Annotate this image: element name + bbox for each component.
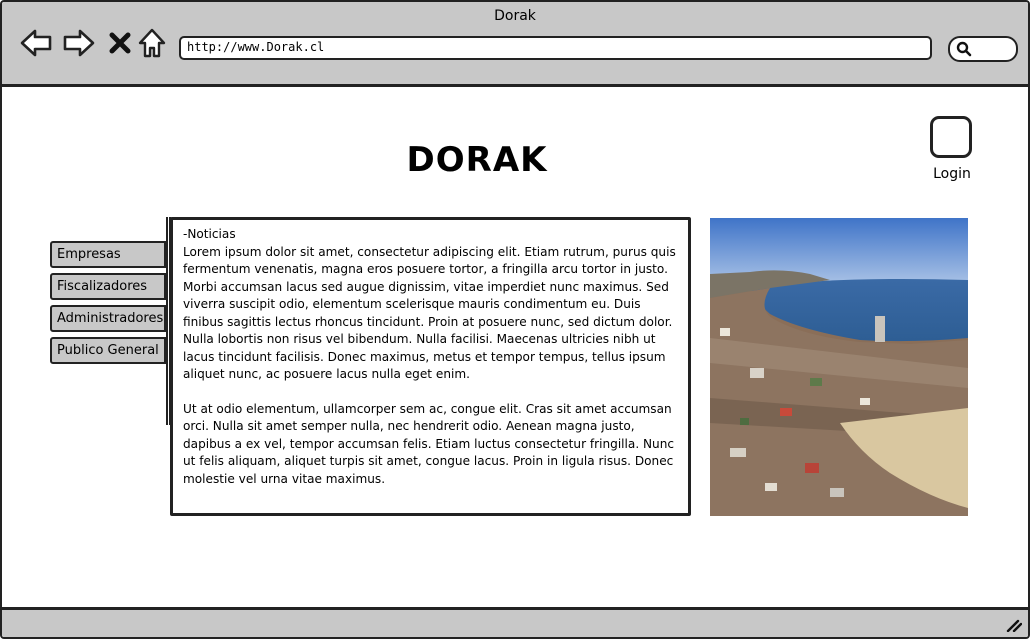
news-heading: -Noticias — [183, 227, 236, 241]
city-photo — [710, 218, 968, 516]
forward-arrow-icon — [63, 29, 95, 57]
close-icon — [109, 32, 131, 54]
page-title: DORAK — [406, 140, 548, 180]
stop-button[interactable] — [103, 26, 137, 60]
home-icon — [138, 28, 166, 58]
address-bar[interactable]: http://www.Dorak.cl — [179, 36, 932, 60]
city-photo-image — [710, 218, 968, 516]
news-paragraph: Lorem ipsum dolor sit amet, consectetur … — [183, 244, 676, 382]
window-title: Dorak — [494, 8, 536, 24]
tab-publico-general[interactable]: Publico General — [50, 337, 166, 364]
resize-grip-icon[interactable] — [1006, 618, 1022, 632]
search-input[interactable] — [948, 36, 1018, 62]
tab-empresas[interactable]: Empresas — [50, 241, 166, 268]
tab-administradores[interactable]: Administradores — [50, 305, 166, 332]
browser-toolbar: Dorak http://www.Dorak.cl — [2, 2, 1028, 87]
address-text: http://www.Dorak.cl — [187, 40, 325, 54]
browser-window: Dorak http://www.Dorak.cl DORAK Login Em… — [0, 0, 1030, 639]
news-panel: -Noticias Lorem ipsum dolor sit amet, co… — [170, 217, 691, 516]
login-button[interactable] — [930, 116, 972, 158]
login-label[interactable]: Login — [922, 166, 982, 182]
tab-fiscalizadores[interactable]: Fiscalizadores — [50, 273, 166, 300]
status-bar — [2, 607, 1028, 637]
back-arrow-icon — [20, 29, 52, 57]
search-icon — [956, 41, 972, 57]
back-button[interactable] — [19, 26, 53, 60]
news-paragraph: Ut at odio elementum, ullamcorper sem ac… — [183, 401, 675, 486]
forward-button[interactable] — [62, 26, 96, 60]
home-button[interactable] — [135, 26, 169, 60]
